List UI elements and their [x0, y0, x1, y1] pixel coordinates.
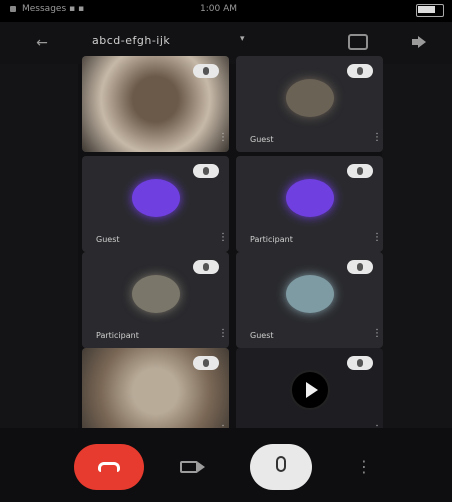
- participant-tile[interactable]: Guest ⋮: [82, 156, 229, 252]
- participant-name: Guest: [250, 331, 274, 340]
- camera-toggle-button[interactable]: [166, 446, 220, 488]
- tile-menu-icon[interactable]: ⋮: [218, 132, 228, 144]
- tile-menu-icon[interactable]: ⋮: [372, 132, 382, 144]
- mic-status-badge: [193, 356, 219, 370]
- status-text: Messages ▪ ▪: [22, 4, 85, 14]
- notification-icon: [10, 6, 16, 12]
- participant-name: Participant: [96, 331, 139, 340]
- mic-status-badge: [347, 164, 373, 178]
- mic-status-badge: [347, 260, 373, 274]
- camera-lens-icon: [198, 462, 205, 472]
- avatar: [285, 275, 334, 314]
- tile-menu-icon[interactable]: ⋮: [372, 328, 382, 340]
- meeting-title[interactable]: abcd-efgh-ijk: [92, 34, 170, 47]
- mic-status-badge: [193, 64, 219, 78]
- participant-tile[interactable]: Guest ⋮: [236, 252, 383, 348]
- presentation-icon: [289, 370, 330, 411]
- participant-tile[interactable]: Participant ⋮: [82, 252, 229, 348]
- battery-icon: [416, 4, 444, 17]
- tile-menu-icon[interactable]: ⋮: [218, 328, 228, 340]
- status-right: [416, 4, 444, 17]
- participant-name: Participant: [250, 235, 293, 244]
- more-options-button[interactable]: ⋮: [344, 446, 384, 488]
- avatar: [285, 179, 334, 218]
- tile-menu-icon[interactable]: ⋮: [218, 232, 228, 244]
- switch-camera-icon[interactable]: [348, 34, 368, 50]
- mic-status-badge: [193, 260, 219, 274]
- chevron-down-icon[interactable]: ▾: [240, 34, 245, 44]
- right-margin: [382, 28, 452, 428]
- participant-tile[interactable]: ⋮: [82, 56, 229, 152]
- mic-status-badge: [193, 164, 219, 178]
- avatar: [131, 179, 180, 218]
- avatar: [285, 79, 334, 118]
- speaker-icon[interactable]: [412, 36, 430, 48]
- participant-tile[interactable]: Participant ⋮: [236, 156, 383, 252]
- status-bar: Messages ▪ ▪ 1:00 AM: [0, 0, 452, 22]
- participant-name: Guest: [250, 135, 274, 144]
- mic-toggle-button[interactable]: [250, 444, 312, 490]
- phone-hangup-icon: [98, 462, 120, 472]
- mic-status-badge: [347, 64, 373, 78]
- tile-menu-icon[interactable]: ⋮: [372, 232, 382, 244]
- clock: 1:00 AM: [200, 4, 237, 14]
- camera-icon: [180, 461, 198, 473]
- mic-status-badge: [347, 356, 373, 370]
- play-arrow-icon: [305, 382, 318, 399]
- call-controls-bar: [0, 428, 452, 502]
- left-margin: [0, 28, 78, 428]
- back-icon[interactable]: ←: [32, 34, 52, 52]
- participant-name: Guest: [96, 235, 120, 244]
- avatar: [131, 275, 180, 314]
- participant-tile[interactable]: Guest ⋮: [236, 56, 383, 152]
- status-left: Messages ▪ ▪: [10, 4, 84, 14]
- mic-icon: [276, 456, 286, 472]
- end-call-button[interactable]: [74, 444, 144, 490]
